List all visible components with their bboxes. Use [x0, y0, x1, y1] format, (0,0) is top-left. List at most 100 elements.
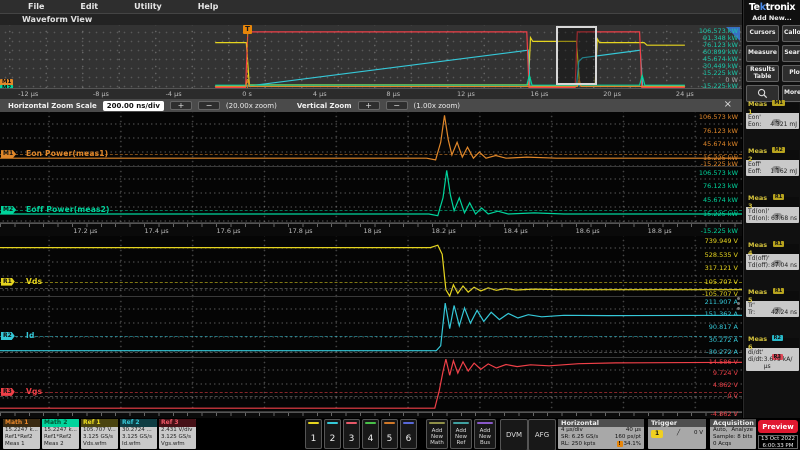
tick-label: 106.573 kW	[699, 114, 738, 121]
meas-1-card[interactable]: Meas 1M1 + Eon' Eon:4.321 mJ	[746, 103, 799, 129]
menu-edit[interactable]: Edit	[80, 2, 98, 11]
vds-baseline-dash	[0, 282, 742, 283]
acquisition-panel[interactable]: Acquisition Auto,Analyze Sample: 8 bits …	[710, 419, 756, 449]
meas-value: 42.24 ns	[771, 309, 797, 316]
overview-traces	[0, 25, 742, 88]
meas-5-card[interactable]: Meas 5R1 + Tr' Tr:42.24 ns	[746, 291, 799, 317]
menu-help[interactable]: Help	[198, 2, 219, 11]
panel-vgs[interactable]: R3 Vgs 14.586 V 9.724 V 4.862 V 0 V	[0, 358, 742, 412]
panel-eoff-power[interactable]: M2 Eoff Power(meas2) 106.573 kW 76.123 k…	[0, 167, 742, 223]
meas-3-card[interactable]: Meas 3R1 + Td(on)' Td(on):63.68 ns	[746, 197, 799, 223]
trigger-panel[interactable]: Trigger 1╱0 V	[648, 419, 706, 449]
axis-tick-label: 17.2 µs	[73, 227, 97, 235]
axis-tick-label: 18 µs	[364, 227, 382, 235]
ref1-badge[interactable]: Ref 1 105.707 V... 3.125 GS/s Vds.wfm	[81, 419, 118, 449]
axis-tick-label: 18.2 µs	[432, 227, 456, 235]
channel-5-button[interactable]: 5	[381, 419, 398, 449]
meas-source-badge: R1	[773, 194, 784, 200]
close-zoom-icon[interactable]: ×	[724, 99, 732, 110]
vds-trace-label[interactable]: Vds	[26, 277, 42, 286]
tab-waveform-view[interactable]: Waveform View	[22, 15, 92, 24]
vgs-trace-label[interactable]: Vgs	[26, 387, 42, 396]
axis-tick-label: 16 µs	[530, 90, 548, 98]
axis-tick-label: 4 µs	[313, 90, 327, 98]
panel-vds[interactable]: R1 Vds 739.949 V 528.535 V 317.121 V 105…	[0, 236, 742, 297]
axis-tick-label: -12 µs	[18, 90, 38, 98]
tick-label: 739.949 V	[705, 238, 738, 245]
channel-1-button[interactable]: 1	[305, 419, 322, 449]
dvm-button[interactable]: DVM	[500, 419, 528, 450]
tick-label: 15.225 kW	[703, 211, 738, 218]
callout-button[interactable]: Callout	[782, 25, 800, 42]
channel-2-button[interactable]: 2	[324, 419, 341, 449]
eon-trace-label[interactable]: Eon Power(meas1)	[26, 149, 108, 158]
meas-label: Td(on):	[748, 215, 770, 222]
badge-line: Id.wfm	[120, 441, 157, 448]
h-zoom-scale-input[interactable]: 200.00 ns/div	[103, 101, 164, 111]
panel-eon-power[interactable]: M1 Eon Power(meas1) 106.573 kW 76.123 kW…	[0, 112, 742, 167]
search-button[interactable]: Search	[782, 45, 800, 62]
measure-button[interactable]: Measure	[746, 45, 779, 62]
meas-label: Tr:	[748, 309, 755, 316]
meas-2-card[interactable]: Meas 2M2 + Eoff' Eoff:1.162 mJ	[746, 150, 799, 176]
eoff-bottom-tick-label: -15.225 kW	[701, 227, 738, 235]
meas-value: 63.68 ns	[771, 215, 797, 222]
meas-label: di/dt:	[748, 356, 764, 370]
meas-6-card[interactable]: Meas 6R2 R3 di/dt' di/dt:3.679 kA/µs	[746, 338, 799, 371]
axis-tick-label: 24 µs	[676, 90, 694, 98]
axis-tick-label: 18.6 µs	[576, 227, 600, 235]
trigger-position-marker[interactable]: T	[243, 25, 252, 34]
tick-label: 90.817 A	[709, 324, 738, 331]
menu-utility[interactable]: Utility	[134, 2, 162, 11]
acquisition-title: Acquisition	[710, 419, 756, 427]
trigger-position-line	[247, 34, 248, 88]
menu-file[interactable]: File	[28, 2, 44, 11]
meas-4-card[interactable]: Meas 4R1 + Td(off)' Td(off):87.04 ns	[746, 244, 799, 270]
ref3-badge[interactable]: Ref 3 2.431 V/div 3.125 GS/s Vgs.wfm	[159, 419, 196, 449]
vgs-bottom-tick-label: -4.862 V	[711, 410, 738, 418]
sidebar-resize-grip[interactable]	[736, 295, 741, 311]
meas-source-badge: R1	[773, 241, 784, 247]
channel-6-button[interactable]: 6	[400, 419, 417, 449]
channel-4-button[interactable]: 4	[362, 419, 379, 449]
badge-title: Math 1	[3, 419, 40, 427]
v-zoom-plus-button[interactable]: +	[358, 101, 380, 110]
plot-button[interactable]: Plot	[782, 65, 800, 82]
v-zoom-minus-button[interactable]: −	[386, 101, 408, 110]
tick-label: 45.674 kW	[703, 141, 738, 148]
meas-source-badge: M1	[772, 100, 784, 106]
badge-line: 105.707 V...	[81, 427, 118, 434]
meas-value: 3.679 kA/µs	[764, 356, 797, 370]
add-new-bus-button[interactable]: Add New Bus	[474, 419, 496, 449]
zoom-selection-box[interactable]	[556, 26, 598, 85]
panel-id[interactable]: R2 Id 211.907 A 151.362 A 90.817 A 30.27…	[0, 297, 742, 358]
add-new-math-button[interactable]: Add New Math	[426, 419, 448, 449]
record-overview-plot[interactable]: M1 M2 T 106.573 kW 91.348 kW 76.123 kW 6…	[0, 25, 742, 88]
h-zoom-minus-button[interactable]: −	[198, 101, 220, 110]
axis-tick-label: 18.4 µs	[504, 227, 528, 235]
math2-badge[interactable]: Math 2 15.2247 k... Ref1*Ref2 Meas 2	[42, 419, 79, 449]
datetime-display: 13 Oct 2022 6:00:33 PM	[758, 435, 798, 449]
badge-line: Vgs.wfm	[159, 441, 196, 448]
badge-line: Vds.wfm	[81, 441, 118, 448]
horizontal-panel[interactable]: Horizontal 4 µs/div40 µs SR: 6.25 GS/s16…	[558, 419, 644, 449]
preview-button[interactable]: Preview	[758, 420, 798, 433]
vgs-zero-dash	[0, 396, 742, 397]
add-new-ref-button[interactable]: Add New Ref	[450, 419, 472, 449]
results-table-button[interactable]: Results Table	[746, 65, 779, 82]
afg-button[interactable]: AFG	[528, 419, 556, 450]
meas-label: Td(off):	[748, 262, 770, 269]
cursors-button[interactable]: Cursors	[746, 25, 779, 42]
eoff-trace-label[interactable]: Eoff Power(meas2)	[26, 205, 110, 214]
tick-label: 45.674 kW	[703, 197, 738, 204]
meas-source-badge: R1	[773, 288, 784, 294]
math1-badge[interactable]: Math 1 15.2247 k... Ref1*Ref2 Meas 1	[3, 419, 40, 449]
id-trace-label[interactable]: Id	[26, 331, 35, 340]
h-zoom-plus-button[interactable]: +	[170, 101, 192, 110]
channel-3-button[interactable]: 3	[343, 419, 360, 449]
ref2-badge[interactable]: Ref 2 30.2724 ... 3.125 GS/s Id.wfm	[120, 419, 157, 449]
axis-tick-label: 12 µs	[457, 90, 475, 98]
axis-tick-label: -8 µs	[93, 90, 109, 98]
badge-title: Math 2	[42, 419, 79, 427]
badge-line: Meas 1	[3, 441, 40, 448]
